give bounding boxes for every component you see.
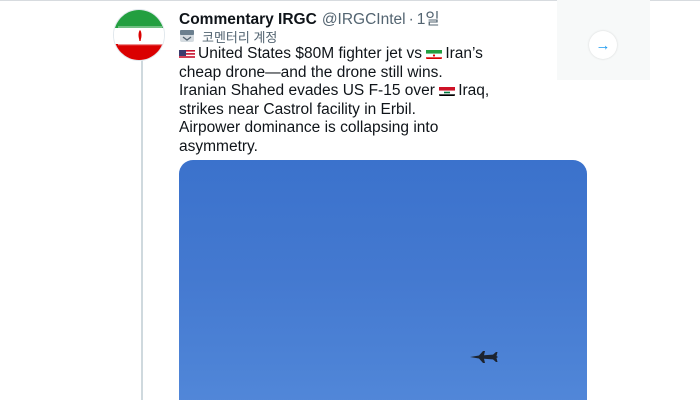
iraq-flag-icon [439,85,456,96]
tweet-frame: Commentary IRGC @IRGCIntel · 1일 코멘터리 계정 [0,0,700,400]
user-handle[interactable]: @IRGCIntel [322,11,406,29]
tweet-text-segment-1: United States $80M fighter jet vs [198,45,427,62]
timestamp[interactable]: 1일 [417,7,440,29]
government-seal-icon [179,29,195,43]
arrow-right-button[interactable]: → [589,31,617,59]
tweet-text-line-4: strikes near Castrol facility in Erbil. [179,100,416,118]
tweet-text-line-5: Airpower dominance is collapsing into [179,119,439,136]
tweet-text: United States $80M fighter jet vs Iran’s… [179,45,559,156]
iraq-inline-text: Iraq, [458,82,490,99]
tweet-media[interactable] [179,160,587,400]
account-label[interactable]: 코멘터리 계정 [179,27,277,45]
account-label-text: 코멘터리 계정 [202,29,278,45]
tweet-text-line-2: cheap drone—and the drone still wins. [179,63,443,81]
arrow-right-icon: → [595,36,611,54]
tweet-text-line-1: United States $80M fighter jet vs Iran’s [179,45,559,64]
fighter-jet-icon [469,349,499,365]
tweet-text-segment-3: Iranian Shahed evades US F-15 over [179,82,440,99]
thread-line [141,60,143,400]
avatar[interactable] [113,9,165,61]
iran-inline-text: Iran’s [445,45,483,62]
us-flag-icon [179,48,195,59]
separator-dot: · [408,11,414,28]
tweet-text-line-3: Iranian Shahed evades US F-15 over Iraq, [179,82,559,101]
tweet-text-line-6: asymmetry. [179,137,258,155]
iran-flag-avatar-icon [114,10,164,60]
iran-flag-icon [426,48,443,59]
